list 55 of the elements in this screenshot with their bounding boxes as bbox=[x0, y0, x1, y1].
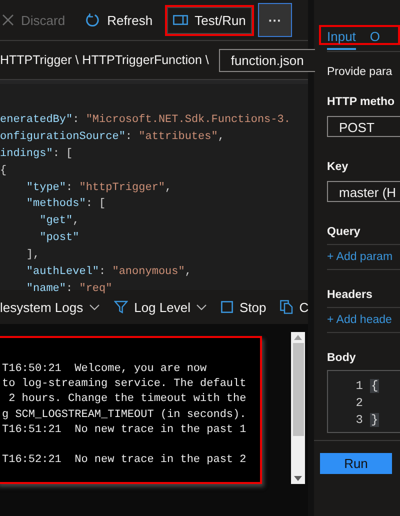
add-header-link[interactable]: + Add heade bbox=[327, 314, 400, 326]
stop-icon bbox=[221, 301, 234, 313]
file-select[interactable]: function.json bbox=[218, 48, 315, 72]
line-number: 1 bbox=[354, 378, 363, 392]
field-label: Key bbox=[327, 161, 350, 173]
log-line: T16:51:21 No new trace in the past 1 bbox=[2, 422, 248, 438]
chevron-down-icon bbox=[196, 304, 208, 310]
code-line: "authLevel": "anonymous", bbox=[25, 265, 192, 280]
section-title: Query bbox=[327, 226, 362, 238]
code-line: eneratedBy": "Microsoft.NET.Sdk.Functions-3. bbox=[0, 113, 292, 128]
log-line: g SCM_LOGSTREAM_TIMEOUT (in seconds). bbox=[2, 408, 248, 423]
breadcrumb-path: HTTPTrigger \ HTTPTriggerFunction \ bbox=[0, 53, 209, 67]
panel-tab[interactable]: O bbox=[370, 29, 380, 50]
test-run-button[interactable]: Test/Run bbox=[164, 4, 254, 36]
log-line: to log-streaming service. The default bbox=[2, 377, 248, 392]
code-line: indings": [ bbox=[0, 146, 74, 162]
code-line: { bbox=[0, 164, 8, 179]
description-text: Provide para bbox=[327, 66, 394, 78]
line-number: 3 bbox=[354, 412, 363, 426]
code-line: "methods": [ bbox=[25, 197, 107, 212]
panel-icon bbox=[172, 15, 188, 25]
code-text: } bbox=[370, 412, 380, 426]
refresh-button[interactable]: Refresh bbox=[77, 4, 161, 36]
filter-icon bbox=[114, 300, 128, 314]
code-line: onfigurationSource": "attributes", bbox=[0, 130, 226, 145]
chevron-down-icon bbox=[89, 304, 100, 310]
code-line: "get", bbox=[38, 214, 80, 230]
code-line: "type": "httpTrigger", bbox=[25, 180, 173, 196]
scrollbar[interactable] bbox=[291, 332, 305, 484]
field-label: HTTP metho bbox=[327, 96, 396, 108]
body-editor[interactable]: 1 { 2 3 } bbox=[327, 370, 400, 433]
run-button[interactable]: Run bbox=[320, 453, 392, 474]
close-icon bbox=[2, 14, 14, 26]
line-number: 2 bbox=[354, 396, 363, 410]
stop-button[interactable]: Stop bbox=[219, 300, 268, 314]
section-title: Body bbox=[327, 352, 357, 364]
refresh-icon bbox=[85, 12, 100, 28]
copy-button[interactable]: C bbox=[278, 300, 311, 314]
code-line: "post" bbox=[38, 231, 80, 246]
log-source-dropdown[interactable]: lesystem Logs bbox=[0, 300, 102, 314]
log-line: 2 hours. Change the timeout with the bbox=[8, 392, 248, 408]
more-button[interactable]: ··· bbox=[258, 3, 292, 37]
section-title: Headers bbox=[327, 289, 374, 301]
add-parameter-link[interactable]: + Add param bbox=[327, 251, 400, 263]
code-text: { bbox=[370, 378, 380, 392]
key-select[interactable]: master (H bbox=[327, 181, 400, 202]
arrow-down-icon[interactable] bbox=[294, 476, 302, 481]
log-line: T16:52:21 No new trace in the past 2 bbox=[2, 453, 248, 468]
code-line: ], bbox=[25, 248, 41, 264]
log-line: T16:50:21 Welcome, you are now bbox=[2, 362, 208, 377]
copy-icon bbox=[280, 300, 294, 314]
http-method-select[interactable]: POST bbox=[327, 116, 400, 137]
panel-tab[interactable]: Input bbox=[327, 29, 356, 50]
arrow-up-icon[interactable] bbox=[294, 335, 302, 340]
log-level-dropdown[interactable]: Log Level bbox=[112, 300, 210, 314]
